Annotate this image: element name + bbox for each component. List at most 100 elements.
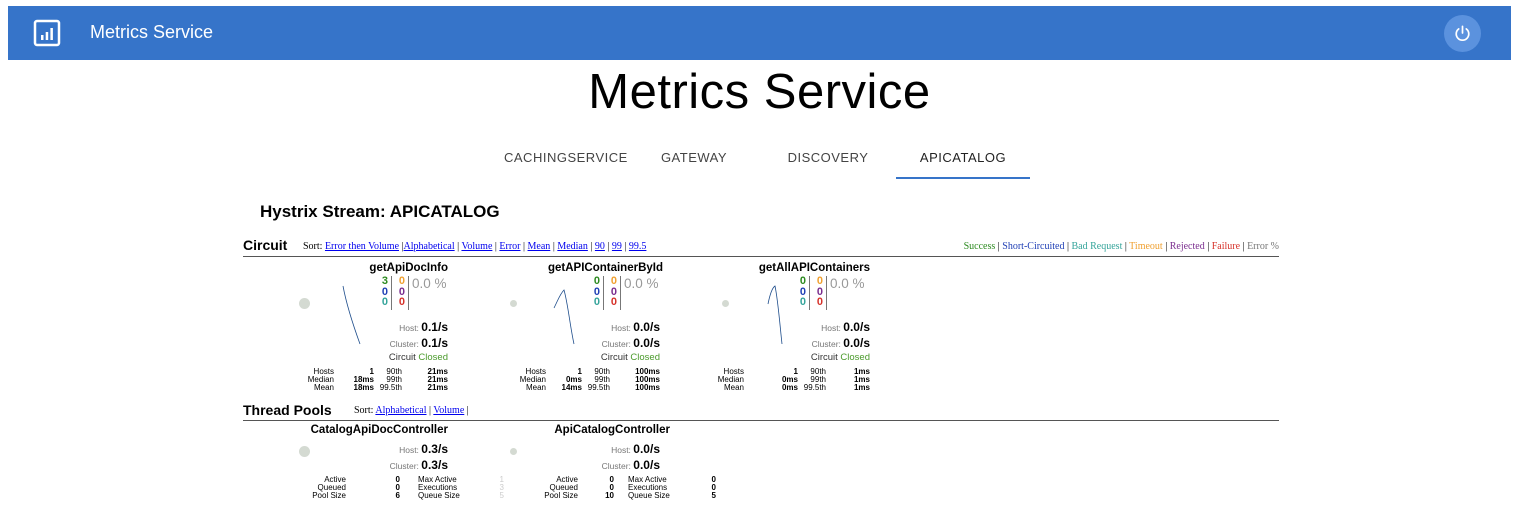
sort-volume[interactable]: Volume — [461, 241, 492, 252]
request-counts-right: 0 0 0 — [393, 276, 405, 308]
bad-request-count: 0 — [381, 296, 388, 308]
legend-success: Success — [963, 241, 996, 252]
cluster-rate: Cluster: 0.0/s — [601, 458, 660, 472]
app-bar: Metrics Service — [8, 6, 1511, 60]
circuit-status: Circuit Closed — [810, 352, 870, 363]
thread-pools-section-title: Thread Pools — [243, 402, 332, 418]
count-divider — [809, 276, 810, 310]
metrics-logo-icon[interactable] — [32, 18, 62, 48]
circuit-card-getAPIContainerById[interactable]: getAPIContainerById 0 0 0 0 0 0 0.0 % Ho… — [452, 262, 663, 402]
sort-99[interactable]: 99 — [612, 241, 622, 252]
legend-rejected: Rejected — [1169, 241, 1205, 252]
circuit-name: getAPIContainerById — [547, 262, 663, 274]
rate-sparkline — [342, 285, 361, 345]
app-title: Metrics Service — [90, 22, 214, 42]
tab-apicatalog[interactable]: APICATALOG — [912, 150, 1014, 165]
cluster-rate: Cluster: 0.0/s — [601, 336, 660, 350]
cluster-rate: Cluster: 0.3/s — [389, 458, 448, 472]
circuit-status: Circuit Closed — [388, 352, 448, 363]
circuit-name: getApiDocInfo — [369, 262, 448, 274]
circuit-card-getApiDocInfo[interactable]: getApiDocInfo 3 0 0 0 0 0 0.0 % Host: 0.… — [240, 262, 450, 402]
count-divider — [603, 276, 604, 310]
timeout-count: 0 — [816, 275, 823, 287]
failure-count: 0 — [610, 296, 617, 308]
circuit-status: Circuit Closed — [600, 352, 660, 363]
timeout-count: 0 — [398, 275, 405, 287]
count-divider — [408, 276, 409, 310]
thread-pool-name: ApiCatalogController — [554, 424, 670, 436]
sort-label: Sort: — [303, 241, 323, 252]
thread-pools-sort-bar: Sort: Alphabetical | Volume | — [354, 405, 469, 416]
success-count: 0 — [593, 275, 600, 287]
sort-99-5[interactable]: 99.5 — [629, 241, 647, 252]
latency-stats: Hosts 1 90th 21ms Median 18ms 99th 21ms … — [307, 367, 448, 392]
host-rate: Host: 0.0/s — [611, 442, 660, 456]
legend-bad-request: Bad Request — [1071, 241, 1123, 252]
success-count: 0 — [799, 275, 806, 287]
request-counts-right: 0 0 0 — [605, 276, 617, 308]
sort-alphabetical[interactable]: Alphabetical — [375, 405, 426, 416]
error-percentage: 0.0 % — [830, 276, 865, 291]
error-percentage: 0.0 % — [624, 276, 659, 291]
circuit-closed-status: Closed — [418, 352, 448, 363]
request-counts-left: 3 0 0 — [376, 276, 388, 308]
thread-pool-card-ApiCatalogController[interactable]: ApiCatalogController Host: 0.0/s Cluster… — [452, 424, 716, 508]
sort-median[interactable]: Median — [557, 241, 588, 252]
cluster-rate: Cluster: 0.1/s — [389, 336, 448, 350]
circuit-closed-status: Closed — [840, 352, 870, 363]
sort-mean[interactable]: Mean — [528, 241, 551, 252]
circuit-card-getAllAPIContainers[interactable]: getAllAPIContainers 0 0 0 0 0 0 0.0 % Ho… — [662, 262, 872, 402]
failure-count: 0 — [816, 296, 823, 308]
circuit-section-title: Circuit — [243, 237, 288, 253]
count-divider — [826, 276, 827, 310]
circuit-closed-status: Closed — [630, 352, 660, 363]
thread-pool-card-CatalogApiDocController[interactable]: CatalogApiDocController Host: 0.3/s Clus… — [240, 424, 504, 508]
health-circle — [510, 448, 517, 455]
sort-label: Sort: — [354, 405, 374, 416]
active-tab-indicator — [896, 177, 1030, 179]
circuit-sort-bar: Sort: Error then Volume |Alphabetical | … — [303, 241, 647, 252]
request-counts-left: 0 0 0 — [588, 276, 600, 308]
circuit-name: getAllAPIContainers — [758, 262, 870, 274]
request-counts-right: 0 0 0 — [811, 276, 823, 308]
host-rate: Host: 0.0/s — [821, 320, 870, 334]
logout-button[interactable] — [1444, 15, 1481, 52]
cluster-rate: Cluster: 0.0/s — [811, 336, 870, 350]
latency-stats: Hosts 1 90th 100ms Median 0ms 99th 100ms… — [519, 367, 660, 392]
count-divider — [391, 276, 392, 310]
legend-failure: Failure — [1211, 241, 1241, 252]
tab-gateway[interactable]: GATEWAY — [656, 150, 732, 165]
stream-title: Hystrix Stream: APICATALOG — [260, 202, 500, 221]
sort-alphabetical[interactable]: Alphabetical — [404, 241, 455, 252]
timeout-count: 0 — [610, 275, 617, 287]
health-circle — [510, 300, 517, 307]
latency-stats: Hosts 1 90th 1ms Median 0ms 99th 1ms Mea… — [717, 367, 870, 392]
legend-error-pct: Error % — [1247, 241, 1279, 252]
bad-request-count: 0 — [799, 296, 806, 308]
request-counts-left: 0 0 0 — [794, 276, 806, 308]
host-rate: Host: 0.1/s — [399, 320, 448, 334]
bad-request-count: 0 — [593, 296, 600, 308]
health-circle — [722, 300, 729, 307]
error-percentage: 0.0 % — [412, 276, 447, 291]
power-icon — [1455, 25, 1470, 41]
sort-error-then-volume[interactable]: Error then Volume — [325, 241, 399, 252]
health-circle — [299, 298, 310, 309]
health-circle — [299, 446, 310, 457]
thread-pool-stats: Active 0 Max Active 0 Queued 0 Execution… — [544, 475, 716, 500]
sort-90[interactable]: 90 — [595, 241, 605, 252]
tab-discovery[interactable]: DISCOVERY — [782, 150, 874, 165]
host-rate: Host: 0.0/s — [611, 320, 660, 334]
circuit-legend: Success | Short-Circuited | Bad Request … — [963, 241, 1279, 252]
page-title: Metrics Service — [588, 65, 931, 119]
host-rate: Host: 0.3/s — [399, 442, 448, 456]
sort-volume[interactable]: Volume — [433, 405, 464, 416]
thread-pools-divider — [243, 420, 1279, 421]
failure-count: 0 — [398, 296, 405, 308]
circuit-divider — [243, 256, 1279, 257]
legend-short-circuited: Short-Circuited — [1002, 241, 1065, 252]
legend-timeout: Timeout — [1129, 241, 1163, 252]
tab-cachingservice[interactable]: CACHINGSERVICE — [504, 150, 627, 165]
success-count: 3 — [381, 275, 388, 287]
sort-error[interactable]: Error — [499, 241, 520, 252]
